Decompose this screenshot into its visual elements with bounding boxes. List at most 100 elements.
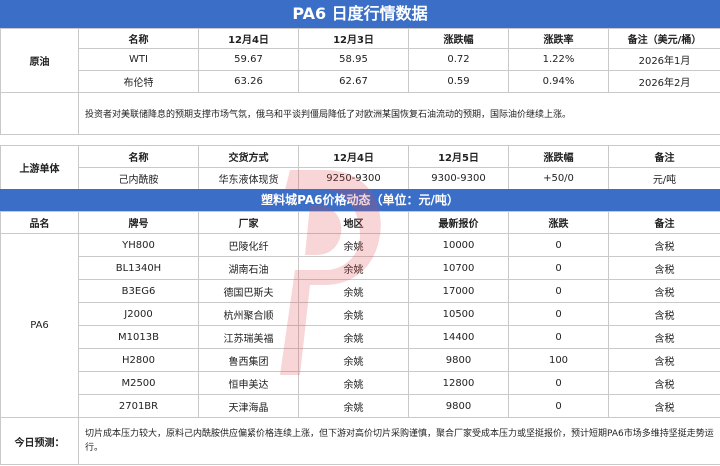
cell: 0 (508, 279, 609, 303)
cell: 含税 (608, 256, 720, 280)
cell: 0 (508, 325, 609, 349)
upstream-table: 上游单体 名称 交货方式 12月4日 12月5日 涨跌幅 备注 己内酰胺 华东液… (0, 145, 720, 190)
cell: 余姚 (298, 279, 409, 303)
cell: 2026年1月 (608, 48, 720, 71)
pa6-header: 地区 (298, 211, 409, 234)
cell: BL1340H (78, 256, 199, 280)
cell: 余姚 (298, 233, 409, 257)
cell: 10700 (408, 256, 509, 280)
cell: 0.94% (508, 70, 609, 93)
cell: 9800 (408, 348, 509, 372)
cell: M2500 (78, 371, 199, 395)
cell: 江苏瑞美福 (198, 325, 299, 349)
table-row: M1013B 江苏瑞美福 余姚 14400 0 含税 (1, 325, 720, 349)
cell: 余姚 (298, 256, 409, 280)
cell: 恒申美达 (198, 371, 299, 395)
upstream-header: 涨跌幅 (508, 145, 609, 168)
cell: 余姚 (298, 394, 409, 418)
cell: 己内酰胺 (78, 167, 199, 190)
cell: 0 (508, 394, 609, 418)
cell: 17000 (408, 279, 509, 303)
cell: J2000 (78, 302, 199, 326)
cell: 含税 (608, 348, 720, 372)
crude-header: 涨跌率 (508, 28, 609, 49)
crude-section-label: 原油 (0, 28, 79, 93)
forecast-label: 今日预测： (0, 417, 79, 465)
table-row: PA6 YH800 巴陵化纤 余姚 10000 0 含税 (0, 233, 720, 418)
table-row: BL1340H 湖南石油 余姚 10700 0 含税 (1, 256, 720, 280)
table-row: B3EG6 德国巴斯夫 余姚 17000 0 含税 (1, 279, 720, 303)
cell: 10000 (408, 233, 509, 257)
cell: 0 (508, 302, 609, 326)
cell: 1.22% (508, 48, 609, 71)
pa6-header: 品名 (0, 211, 79, 234)
crude-header: 备注（美元/桶） (608, 28, 720, 49)
cell: 0 (508, 233, 609, 257)
cell: 0.59 (408, 70, 509, 93)
cell: 余姚 (298, 302, 409, 326)
cell: 鲁西集团 (198, 348, 299, 372)
table-row: 2701BR 天津海晶 余姚 9800 0 含税 (1, 394, 720, 418)
upstream-header: 备注 (608, 145, 720, 168)
pa6-header: 厂家 (198, 211, 299, 234)
crude-header: 涨跌幅 (408, 28, 509, 49)
cell: 2701BR (78, 394, 199, 418)
page-title: PA6 日度行情数据 (0, 0, 720, 28)
cell: 湖南石油 (198, 256, 299, 280)
cell: 59.67 (198, 48, 299, 71)
upstream-header: 名称 (78, 145, 199, 168)
cell: 含税 (608, 371, 720, 395)
cell: 余姚 (298, 325, 409, 349)
cell: 布伦特 (78, 70, 199, 93)
cell: 100 (508, 348, 609, 372)
table-row: 己内酰胺 华东液体现货 9250-9300 9300-9300 +50/0 元/… (1, 167, 720, 190)
table-row: 布伦特 63.26 62.67 0.59 0.94% 2026年2月 (1, 70, 720, 93)
cell: 10500 (408, 302, 509, 326)
cell: 62.67 (298, 70, 409, 93)
product-name: PA6 (0, 233, 79, 418)
cell: 德国巴斯夫 (198, 279, 299, 303)
cell: 9250-9300 (298, 167, 409, 190)
cell: 含税 (608, 325, 720, 349)
cell: 58.95 (298, 48, 409, 71)
upstream-header: 12月4日 (298, 145, 409, 168)
cell: 14400 (408, 325, 509, 349)
cell: YH800 (78, 233, 199, 257)
crude-header: 12月3日 (298, 28, 409, 49)
forecast-table: 今日预测： 切片成本压力较大，原料己内酰胺供应偏紧价格连续上涨，但下游对高价切片… (0, 417, 720, 465)
crude-note: 投资者对美联储降息的预期支撑市场气氛，俄乌和平谈判僵局降低了对欧洲某国恢复石油流… (78, 92, 720, 135)
forecast-text: 切片成本压力较大，原料己内酰胺供应偏紧价格连续上涨，但下游对高价切片采购谨慎，聚… (78, 417, 720, 465)
cell: 杭州聚合顺 (198, 302, 299, 326)
cell: WTI (78, 48, 199, 71)
cell: 12800 (408, 371, 509, 395)
cell: 63.26 (198, 70, 299, 93)
pa6-header: 涨跌 (508, 211, 609, 234)
cell: 9300-9300 (408, 167, 509, 190)
crude-note-spacer (0, 92, 79, 135)
cell: 华东液体现货 (198, 167, 299, 190)
cell: 含税 (608, 233, 720, 257)
cell: B3EG6 (78, 279, 199, 303)
cell: 含税 (608, 394, 720, 418)
cell: +50/0 (508, 167, 609, 190)
pa6-table: 品名 牌号 厂家 地区 最新报价 涨跌 备注 PA6 YH800 巴陵化纤 余姚… (0, 211, 720, 418)
upstream-header: 12月5日 (408, 145, 509, 168)
cell: 2026年2月 (608, 70, 720, 93)
cell: 元/吨 (608, 167, 720, 190)
cell: 0 (508, 256, 609, 280)
pa6-header: 最新报价 (408, 211, 509, 234)
table-row: J2000 杭州聚合顺 余姚 10500 0 含税 (1, 302, 720, 326)
upstream-section-label: 上游单体 (0, 145, 79, 190)
cell: 含税 (608, 302, 720, 326)
cell: 0.72 (408, 48, 509, 71)
cell: 9800 (408, 394, 509, 418)
cell: H2800 (78, 348, 199, 372)
table-row: WTI 59.67 58.95 0.72 1.22% 2026年1月 (1, 48, 720, 71)
table-row: M2500 恒申美达 余姚 12800 0 含税 (1, 371, 720, 395)
table-row: H2800 鲁西集团 余姚 9800 100 含税 (1, 348, 720, 372)
cell: 巴陵化纤 (198, 233, 299, 257)
pa6-header: 备注 (608, 211, 720, 234)
cell: 余姚 (298, 371, 409, 395)
pa6-header: 牌号 (78, 211, 199, 234)
cell: 含税 (608, 279, 720, 303)
